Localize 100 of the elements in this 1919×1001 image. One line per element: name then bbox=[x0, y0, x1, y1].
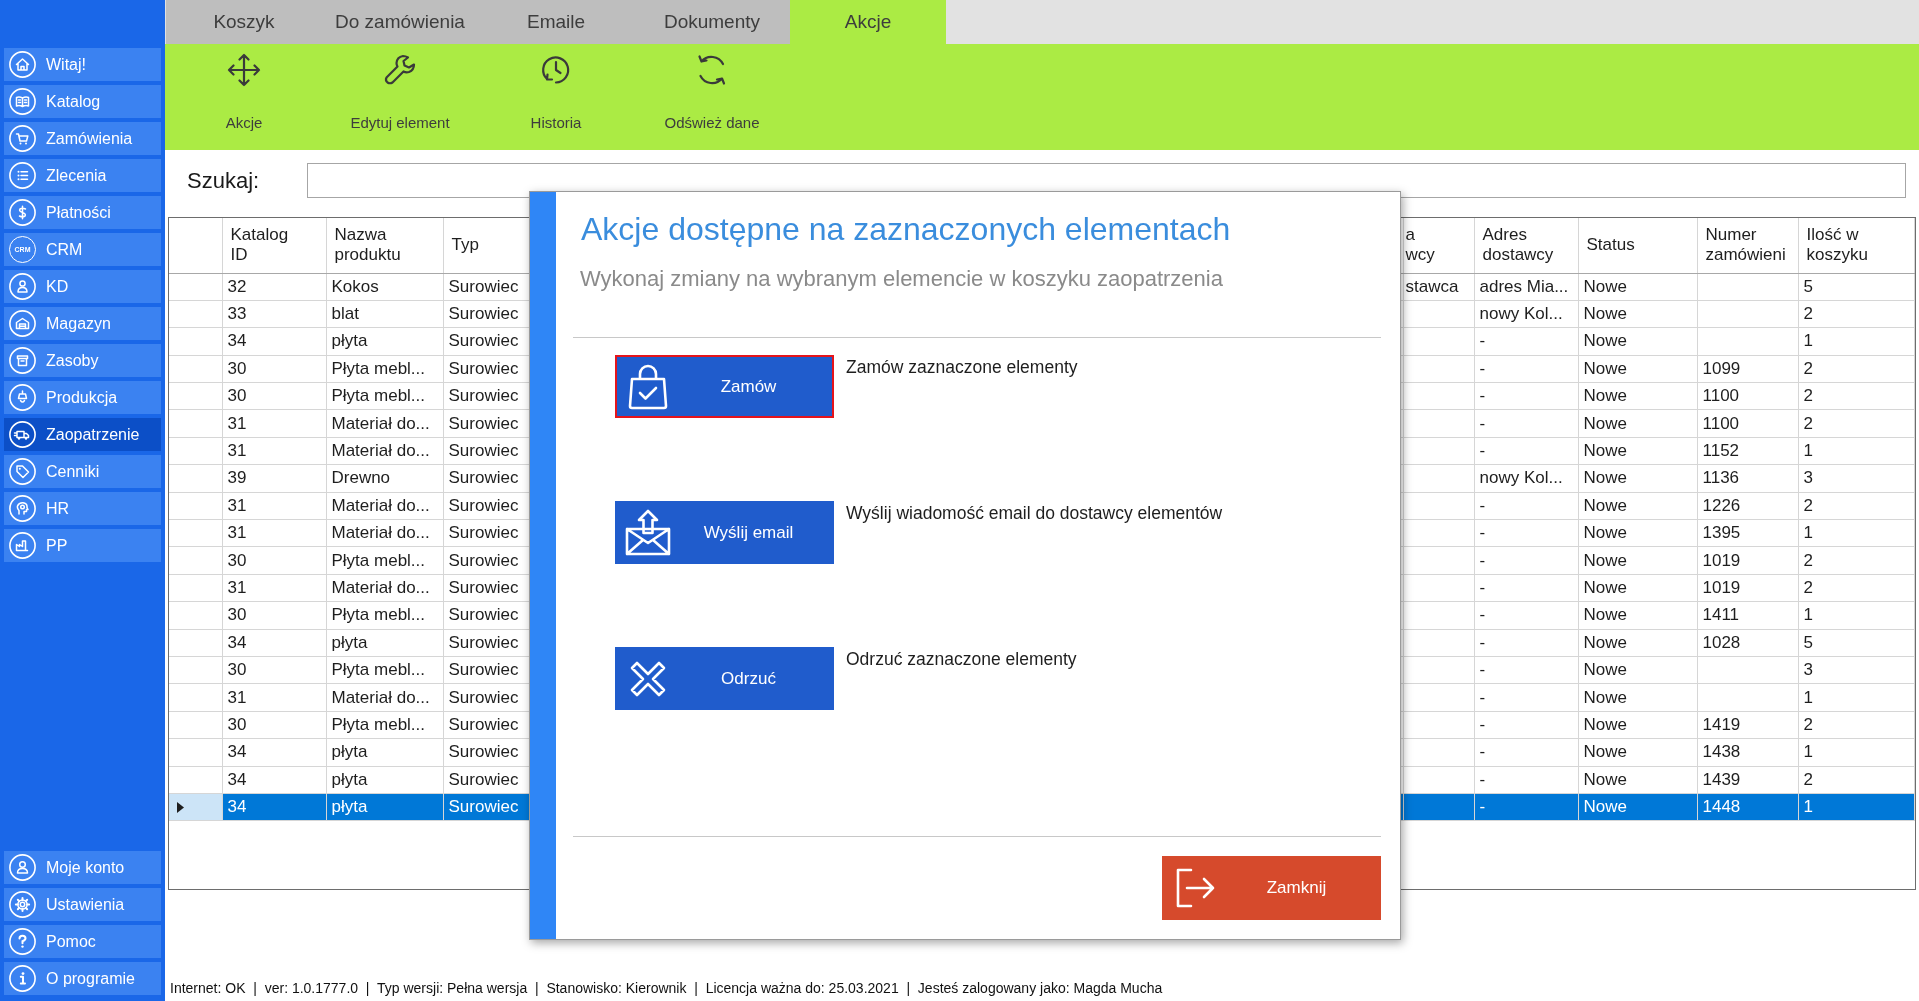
sidebar-item[interactable]: Zaopatrzenie bbox=[4, 418, 161, 451]
toolbar-button[interactable]: Edytuj element bbox=[322, 44, 478, 132]
sidebar-item[interactable]: Moje konto bbox=[4, 851, 161, 884]
sidebar-item[interactable]: PP bbox=[4, 529, 161, 562]
table-cell: 1100 bbox=[1697, 382, 1798, 410]
table-cell: Nowe bbox=[1578, 382, 1697, 410]
table-cell: 34 bbox=[222, 793, 326, 821]
table-cell: 1136 bbox=[1697, 464, 1798, 493]
table-cell: Nowe bbox=[1578, 409, 1697, 438]
table-cell: Nowe bbox=[1578, 519, 1697, 547]
tag-icon bbox=[9, 458, 36, 485]
table-cell: 34 bbox=[222, 766, 326, 794]
search-label: Szukaj: bbox=[187, 167, 261, 195]
sidebar-item[interactable]: Płatności bbox=[4, 196, 161, 229]
table-cell: 1448 bbox=[1697, 793, 1798, 821]
table-cell: 1 bbox=[1798, 793, 1915, 821]
sidebar-item[interactable]: KD bbox=[4, 270, 161, 303]
sidebar-item[interactable]: Zlecenia bbox=[4, 159, 161, 192]
table-cell: 1 bbox=[1798, 327, 1915, 356]
lamp-icon bbox=[9, 384, 36, 411]
tab[interactable]: Emaile bbox=[478, 0, 634, 44]
tab[interactable]: Akcje bbox=[790, 0, 946, 44]
table-cell: Płyta mebl... bbox=[326, 601, 443, 630]
head-icon bbox=[9, 495, 36, 522]
table-cell: 5 bbox=[1798, 273, 1915, 301]
table-cell: Nowe bbox=[1578, 711, 1697, 739]
table-cell: Płyta mebl... bbox=[326, 382, 443, 410]
dialog-subtitle: Wykonaj zmiany na wybranym elemencie w koszyku zaopatrzenia bbox=[580, 265, 1224, 293]
action-button[interactable]: Wyślij email bbox=[615, 501, 834, 564]
tab[interactable]: Koszyk bbox=[166, 0, 322, 44]
sidebar-item[interactable]: Zasoby bbox=[4, 344, 161, 377]
toolbar-button[interactable]: Odśwież dane bbox=[634, 44, 790, 132]
table-cell: Materiał do... bbox=[326, 683, 443, 712]
table-cell: - bbox=[1474, 327, 1578, 356]
table-cell: 30 bbox=[222, 656, 326, 684]
table-cell: 5 bbox=[1798, 629, 1915, 657]
sidebar-item[interactable]: Produkcja bbox=[4, 381, 161, 414]
list-icon bbox=[9, 162, 36, 189]
sidebar-item[interactable]: Zamówienia bbox=[4, 122, 161, 155]
table-cell: 1439 bbox=[1697, 766, 1798, 794]
table-cell: 1395 bbox=[1697, 519, 1798, 547]
table-cell: Nowe bbox=[1578, 273, 1697, 301]
table-cell: 2 bbox=[1798, 492, 1915, 520]
tab[interactable]: Do zamówienia bbox=[322, 0, 478, 44]
table-cell: 34 bbox=[222, 629, 326, 657]
settings-icon bbox=[9, 891, 36, 918]
table-cell: 2 bbox=[1798, 766, 1915, 794]
sidebar-item[interactable]: Pomoc bbox=[4, 925, 161, 958]
sidebar-item[interactable]: Ustawienia bbox=[4, 888, 161, 921]
table-cell: - bbox=[1474, 574, 1578, 602]
column-header: Typ bbox=[451, 235, 479, 256]
table-cell: 1 bbox=[1798, 738, 1915, 767]
table-cell: - bbox=[1474, 793, 1578, 821]
factory-icon bbox=[9, 532, 36, 559]
table-cell: - bbox=[1474, 656, 1578, 684]
table-cell: Nowe bbox=[1578, 546, 1697, 575]
column-header: Nazwa produktu bbox=[334, 225, 402, 266]
table-cell: 34 bbox=[222, 327, 326, 356]
sidebar-item[interactable]: Cenniki bbox=[4, 455, 161, 488]
table-cell: Nowe bbox=[1578, 683, 1697, 712]
table-cell: 2 bbox=[1798, 382, 1915, 410]
table-cell: - bbox=[1474, 382, 1578, 410]
table-cell: 30 bbox=[222, 355, 326, 383]
row-header[interactable] bbox=[169, 793, 222, 821]
table-cell: Płyta mebl... bbox=[326, 546, 443, 575]
action-button[interactable]: Zamów bbox=[615, 355, 834, 418]
sidebar-item[interactable]: HR bbox=[4, 492, 161, 525]
table-cell: 1 bbox=[1798, 519, 1915, 547]
toolbar-button[interactable]: Historia bbox=[478, 44, 634, 132]
table-cell: 2 bbox=[1798, 574, 1915, 602]
table-cell: - bbox=[1474, 492, 1578, 520]
current-row-icon bbox=[177, 801, 184, 813]
table-cell: 30 bbox=[222, 382, 326, 410]
table-cell: 34 bbox=[222, 738, 326, 767]
table-cell: Materiał do... bbox=[326, 574, 443, 602]
table-cell: - bbox=[1474, 519, 1578, 547]
table-cell: 2 bbox=[1798, 409, 1915, 438]
sidebar-item[interactable]: O programie bbox=[4, 962, 161, 995]
toolbar-button[interactable]: Akcje bbox=[166, 44, 322, 132]
table-cell: płyta bbox=[326, 766, 443, 794]
action-description: Odrzuć zaznaczone elementy bbox=[846, 648, 1077, 670]
sidebar-item[interactable]: Witaj! bbox=[4, 48, 161, 81]
table-cell: 31 bbox=[222, 492, 326, 520]
table-cell: blat bbox=[326, 300, 443, 328]
sidebar-item[interactable]: Magazyn bbox=[4, 307, 161, 340]
close-button[interactable]: Zamknij bbox=[1162, 856, 1381, 920]
table-cell: 1438 bbox=[1697, 738, 1798, 767]
table-cell: 30 bbox=[222, 546, 326, 575]
column-header: Numer zamówieni bbox=[1705, 225, 1787, 266]
table-cell: Nowe bbox=[1578, 656, 1697, 684]
table-cell: Nowe bbox=[1578, 327, 1697, 356]
help-icon bbox=[9, 928, 36, 955]
archive-icon bbox=[9, 347, 36, 374]
tab[interactable]: Dokumenty bbox=[634, 0, 790, 44]
action-button[interactable]: Odrzuć bbox=[615, 647, 834, 710]
table-cell: 39 bbox=[222, 464, 326, 493]
table-cell: - bbox=[1474, 601, 1578, 630]
sidebar-item[interactable]: Katalog bbox=[4, 85, 161, 118]
table-cell: 3 bbox=[1798, 464, 1915, 493]
table-cell: - bbox=[1474, 355, 1578, 383]
